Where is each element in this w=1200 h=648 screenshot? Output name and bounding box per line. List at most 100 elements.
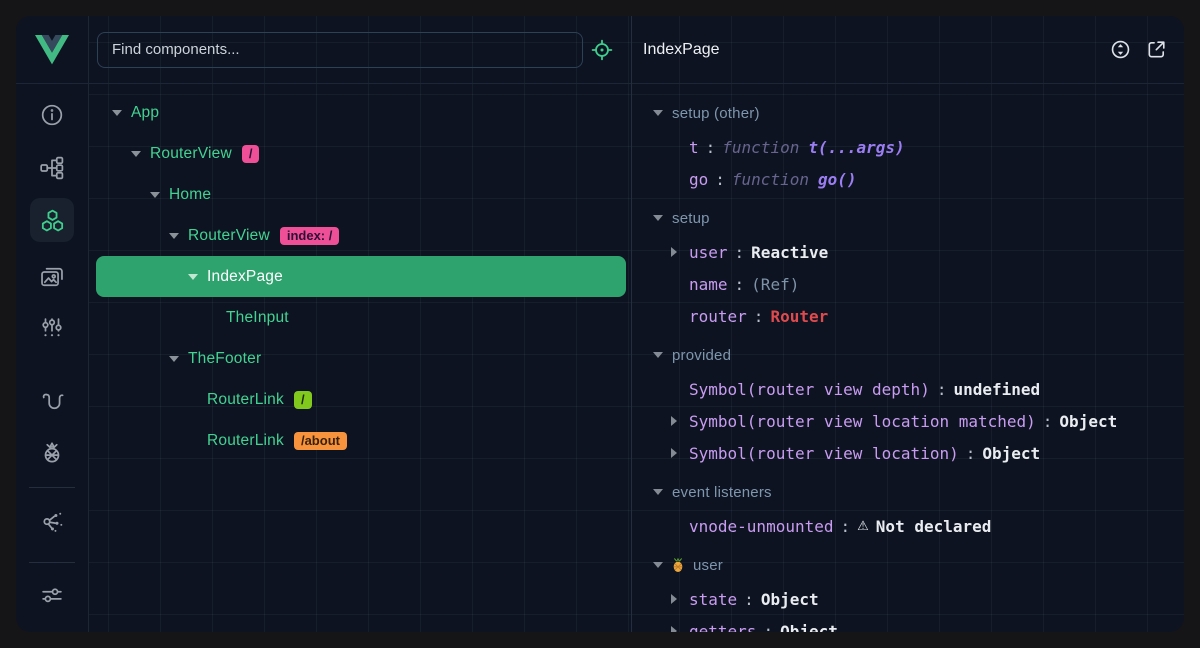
assets-icon[interactable] [30,255,74,299]
info-icon[interactable] [30,93,74,137]
route-badge: index: / [280,227,340,245]
section-header[interactable]: event listeners [632,474,1184,510]
settings-sliders-icon[interactable] [30,573,74,617]
section-label: provided [672,347,731,364]
state-row[interactable]: getters:Object [632,615,1184,632]
component-name: RouterLink [207,391,284,409]
function-keyword: function [732,170,809,189]
timeline-levels-icon[interactable] [30,306,74,350]
inspector-header: IndexPage [632,16,1184,84]
caret-down-icon[interactable] [188,274,207,280]
state-row: go:functiongo() [632,163,1184,195]
caret-down-icon[interactable] [150,192,169,198]
vue-logo[interactable] [16,16,88,84]
key-value-separator: : [699,138,723,157]
key-value-separator: : [728,243,752,262]
state-value: (Ref) [751,275,799,294]
state-row[interactable]: Symbol(router view location):Object [632,437,1184,469]
key-value-separator: : [737,590,761,609]
tree-item[interactable]: RouterLink / [96,379,626,420]
caret-down-icon[interactable] [169,233,188,239]
sidebar-divider [29,487,75,488]
section-header[interactable]: provided [632,337,1184,373]
caret-down-icon[interactable] [112,110,131,116]
caret-down-icon [653,215,663,221]
state-row[interactable]: user:Reactive [632,236,1184,268]
tree-item[interactable]: RouterView index: / [96,215,626,256]
state-row[interactable]: Symbol(router view location matched):Obj… [632,405,1184,437]
state-key: Symbol(router view location matched) [689,412,1036,431]
caret-down-icon [653,562,663,568]
tree-item[interactable]: TheFooter [96,338,626,379]
state-section: provided Symbol(router view depth):undefi… [632,337,1184,469]
state-section: setup (other)t:functiont(...args)go:func… [632,95,1184,195]
caret-down-icon [653,489,663,495]
state-key: router [689,307,747,326]
section-header[interactable]: setup (other) [632,95,1184,131]
section-label: setup [672,210,710,227]
component-name: TheInput [226,309,289,327]
state-row: vnode-unmounted:⚠ Not declared [632,510,1184,542]
state-value: Not declared [876,517,992,536]
caret-right-icon[interactable] [671,247,689,257]
state-value: t(...args) [808,138,904,157]
section-label: user [693,557,723,574]
caret-right-icon[interactable] [671,594,689,604]
state-key: go [689,170,708,189]
state-value: go() [818,170,857,189]
component-tree-panel: App RouterView/Home RouterView index: / Inde… [89,16,632,632]
pinia-pineapple-icon[interactable] [30,431,74,475]
inspector-panel: IndexPage setup (other)t:functiont(...ar… [632,16,1184,632]
tree-toolbar [89,16,631,84]
pinia-icon [670,557,686,573]
component-name: Home [169,186,211,204]
tree-item[interactable]: Home [96,174,626,215]
component-name: RouterView [188,227,270,245]
key-value-separator: : [728,275,752,294]
state-row: Symbol(router view depth):undefined [632,373,1184,405]
tree-item[interactable]: RouterView/ [96,133,626,174]
tree-item[interactable]: App [96,92,626,133]
state-key: vnode-unmounted [689,517,834,536]
components-icon[interactable] [30,198,74,242]
inspector-state: setup (other)t:functiont(...args)go:func… [632,84,1184,632]
pages-tree-icon[interactable] [30,146,74,190]
state-section: event listeners vnode-unmounted:⚠ Not decl… [632,474,1184,542]
key-value-separator: : [930,380,954,399]
route-badge: / [294,391,312,409]
crosshair-icon[interactable] [583,31,621,69]
devtools-window: App RouterView/Home RouterView index: / Inde… [16,16,1184,632]
tree-item[interactable]: TheInput [96,297,626,338]
search-input[interactable] [97,32,583,68]
component-tree: App RouterView/Home RouterView index: / Inde… [89,84,631,461]
caret-down-icon[interactable] [131,151,150,157]
state-key: Symbol(router view depth) [689,380,930,399]
warning-icon: ⚠ [857,519,869,534]
graph-icon[interactable] [30,500,74,544]
inspector-title: IndexPage [643,41,720,59]
caret-right-icon[interactable] [671,448,689,458]
section-header[interactable]: user [632,547,1184,583]
state-key: state [689,590,737,609]
section-header[interactable]: setup [632,200,1184,236]
router-hook-icon[interactable] [30,380,74,424]
state-value: Reactive [751,243,828,262]
open-in-editor-icon[interactable] [1145,38,1168,61]
state-key: Symbol(router view location) [689,444,959,463]
tree-item[interactable]: RouterLink/about [96,420,626,461]
key-value-separator: : [756,622,780,633]
key-value-separator: : [959,444,983,463]
state-key: user [689,243,728,262]
tree-item-selected[interactable]: IndexPage [96,256,626,297]
state-value: Object [761,590,819,609]
caret-right-icon[interactable] [671,416,689,426]
caret-down-icon[interactable] [169,356,188,362]
caret-right-icon[interactable] [671,626,689,632]
scroll-into-view-icon[interactable] [1109,38,1132,61]
component-name: App [131,104,159,122]
state-section: userstate:Objectgetters:Object [632,547,1184,632]
component-name: TheFooter [188,350,261,368]
sidebar-divider [29,562,75,563]
state-row[interactable]: state:Object [632,583,1184,615]
key-value-separator: : [834,517,858,536]
